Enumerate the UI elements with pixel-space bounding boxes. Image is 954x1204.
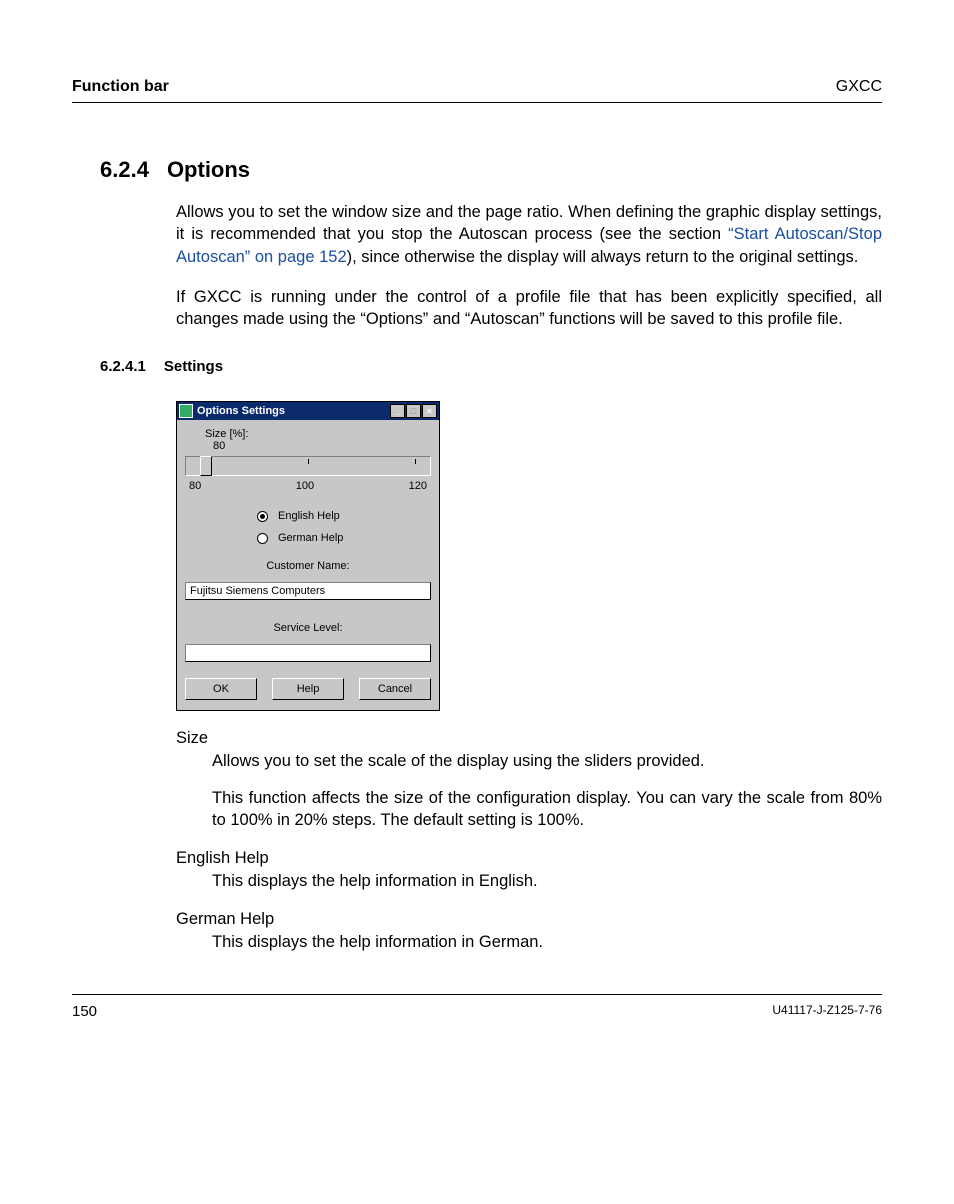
size-value: 80 <box>213 440 431 452</box>
radio-english-label: English Help <box>278 510 340 522</box>
radio-icon[interactable] <box>257 533 268 544</box>
options-settings-dialog: Options Settings _ □ × Size [%]: 80 <box>176 401 440 711</box>
scale-max: 120 <box>409 480 427 492</box>
header-app: GXCC <box>836 78 882 96</box>
section-number: 6.2.4 <box>100 157 149 183</box>
section-title: Options <box>167 157 250 182</box>
radio-german-help[interactable]: German Help <box>257 532 431 544</box>
document-id: U41117-J-Z125-7-76 <box>772 1003 882 1020</box>
close-icon[interactable]: × <box>422 404 437 418</box>
help-button[interactable]: Help <box>272 678 344 700</box>
def-size-body-2: This function affects the size of the co… <box>212 787 882 832</box>
app-icon <box>179 404 193 418</box>
def-english-term: English Help <box>176 849 882 868</box>
maximize-icon[interactable]: □ <box>406 404 421 418</box>
subsection-number: 6.2.4.1 <box>100 358 146 375</box>
section-heading: 6.2.4 Options <box>100 157 882 183</box>
def-size-term: Size <box>176 729 882 748</box>
paragraph-2: If GXCC is running under the control of … <box>176 286 882 331</box>
cancel-button[interactable]: Cancel <box>359 678 431 700</box>
scale-min: 80 <box>189 480 201 492</box>
size-slider[interactable] <box>185 456 431 476</box>
service-level-label: Service Level: <box>185 622 431 634</box>
radio-icon[interactable] <box>257 511 268 522</box>
subsection-heading: 6.2.4.1 Settings <box>100 358 882 375</box>
dialog-titlebar[interactable]: Options Settings _ □ × <box>177 402 439 420</box>
slider-thumb[interactable] <box>200 456 212 476</box>
def-size-body-1: Allows you to set the scale of the displ… <box>212 750 882 772</box>
def-english-body: This displays the help information in En… <box>212 870 882 892</box>
dialog-title: Options Settings <box>197 405 390 417</box>
page-number: 150 <box>72 1003 97 1020</box>
customer-name-label: Customer Name: <box>185 560 431 572</box>
def-german-term: German Help <box>176 910 882 929</box>
service-level-input[interactable] <box>185 644 431 662</box>
subsection-title: Settings <box>164 358 223 375</box>
ok-button[interactable]: OK <box>185 678 257 700</box>
customer-name-input[interactable] <box>185 582 431 600</box>
radio-english-help[interactable]: English Help <box>257 510 431 522</box>
size-label: Size [%]: <box>205 428 431 440</box>
radio-german-label: German Help <box>278 532 343 544</box>
def-german-body: This displays the help information in Ge… <box>212 931 882 953</box>
header-section: Function bar <box>72 78 169 96</box>
minimize-icon[interactable]: _ <box>390 404 405 418</box>
paragraph-1: Allows you to set the window size and th… <box>176 201 882 268</box>
scale-mid: 100 <box>296 480 314 492</box>
